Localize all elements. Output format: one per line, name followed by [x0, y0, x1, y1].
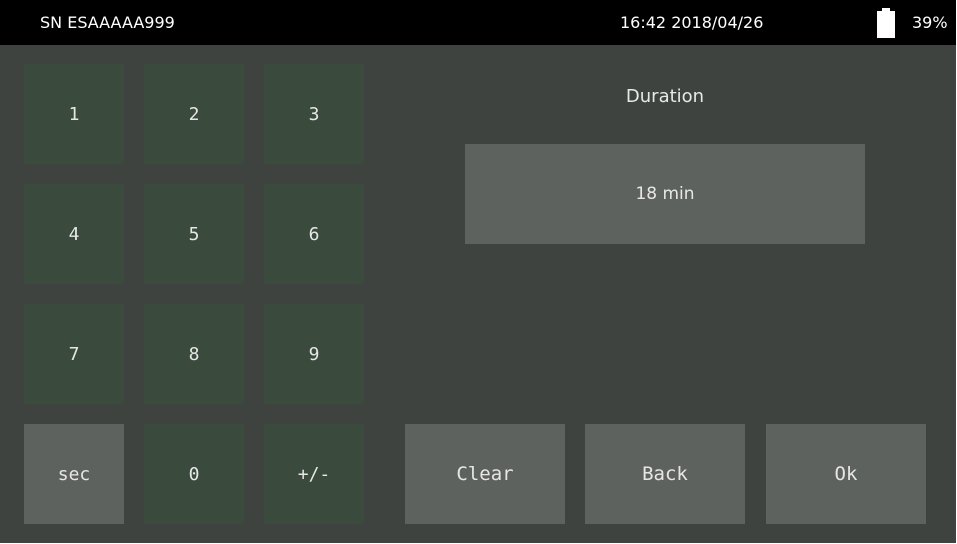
date-time: 16:42 2018/04/26 [620, 13, 764, 32]
screen: SN ESAAAAA999 16:42 2018/04/26 39% 1 2 3… [0, 0, 956, 543]
key-0[interactable]: 0 [144, 424, 244, 524]
key-2[interactable]: 2 [144, 64, 244, 164]
status-bar: SN ESAAAAA999 16:42 2018/04/26 39% [0, 0, 956, 45]
duration-label: Duration [625, 86, 705, 107]
clear-button[interactable]: Clear [405, 424, 565, 524]
duration-value: 18 min [635, 184, 695, 204]
key-3[interactable]: 3 [264, 64, 364, 164]
ok-button[interactable]: Ok [766, 424, 926, 524]
battery-percentage: 39% [912, 13, 948, 32]
back-button[interactable]: Back [585, 424, 745, 524]
key-7[interactable]: 7 [24, 304, 124, 404]
duration-value-field[interactable]: 18 min [465, 144, 865, 244]
sign-toggle-button[interactable]: +/- [264, 424, 364, 524]
key-1[interactable]: 1 [24, 64, 124, 164]
sec-button[interactable]: sec [24, 424, 124, 524]
battery-icon [876, 8, 896, 38]
key-9[interactable]: 9 [264, 304, 364, 404]
key-5[interactable]: 5 [144, 184, 244, 284]
key-6[interactable]: 6 [264, 184, 364, 284]
key-8[interactable]: 8 [144, 304, 244, 404]
key-4[interactable]: 4 [24, 184, 124, 284]
serial-number: SN ESAAAAA999 [40, 13, 175, 32]
